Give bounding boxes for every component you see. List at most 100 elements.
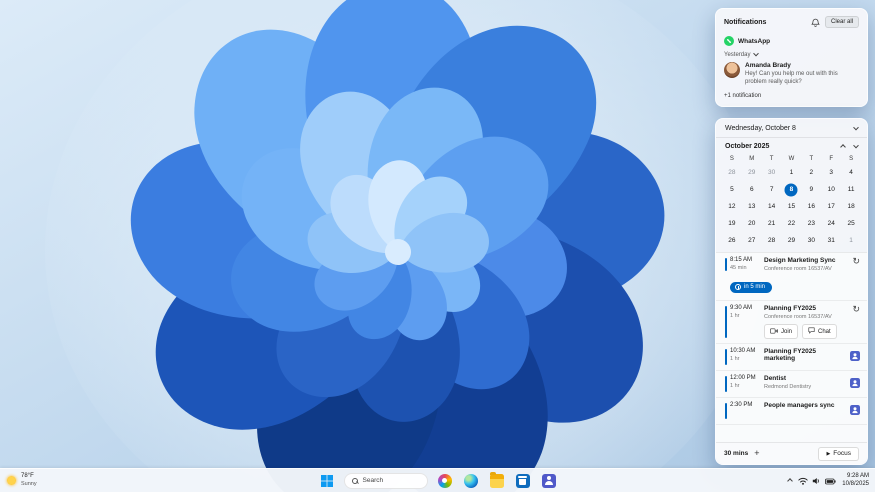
calendar-day[interactable]: 16 xyxy=(801,198,821,215)
day-of-week-label: T xyxy=(809,156,814,162)
calendar-day[interactable]: 10 xyxy=(821,181,841,198)
calendar-day[interactable]: 2 xyxy=(801,164,821,181)
agenda-event[interactable]: 9:30 AM 1 hr Planning FY2025 Conference … xyxy=(716,301,867,344)
calendar-day[interactable]: 29 xyxy=(742,164,762,181)
file-explorer-app-icon[interactable] xyxy=(488,472,506,490)
event-row: 10:30 AM 1 hr Planning FY2025 marketing xyxy=(725,348,860,366)
calendar-day[interactable]: 7 xyxy=(762,181,782,198)
focus-duration-label[interactable]: 30 mins xyxy=(724,450,748,457)
calendar-day[interactable]: 12 xyxy=(722,198,742,215)
store-app-icon[interactable] xyxy=(514,472,532,490)
next-month-button[interactable] xyxy=(853,142,859,149)
event-title: Planning FY2025 marketing xyxy=(764,348,817,362)
event-time-column: 8:15 AM 45 min xyxy=(730,257,759,271)
agenda-event[interactable]: 10:30 AM 1 hr Planning FY2025 marketing xyxy=(716,344,867,371)
event-title: Dentist xyxy=(764,375,787,382)
event-time: 12:00 PM xyxy=(730,375,756,381)
event-row: 8:15 AM 45 min Design Marketing Sync Con… xyxy=(725,257,860,272)
notification-item[interactable]: Amanda Brady Hey! Can you help me out wi… xyxy=(724,62,859,87)
system-tray: 9:28 AM 10/8/2025 xyxy=(787,473,869,489)
calendar-day[interactable]: 3 xyxy=(821,164,841,181)
join-button[interactable]: Join xyxy=(764,324,799,339)
calendar-day[interactable]: 26 xyxy=(722,232,742,249)
chat-button[interactable]: Chat xyxy=(802,324,837,339)
wifi-icon xyxy=(798,473,808,488)
event-duration: 1 hr xyxy=(730,356,740,362)
taskbar-center: Search xyxy=(318,472,558,490)
edge-app-icon[interactable] xyxy=(462,472,480,490)
calendar-day[interactable]: 11 xyxy=(841,181,861,198)
taskbar-clock[interactable]: 9:28 AM 10/8/2025 xyxy=(842,473,869,489)
windows-logo-icon xyxy=(320,474,333,487)
calendar-day[interactable]: 21 xyxy=(762,215,782,232)
day-of-week-label: F xyxy=(829,156,834,162)
clock-date: 10/8/2025 xyxy=(842,480,869,487)
quick-settings-button[interactable] xyxy=(798,473,836,488)
calendar-day[interactable]: 25 xyxy=(841,215,861,232)
desktop: Notifications Clear all WhatsApp Yesterd… xyxy=(0,0,875,492)
chevron-up-icon xyxy=(787,477,794,484)
taskbar: 78°F Sunny Search 9:28 AM 10/8/2025 xyxy=(0,468,875,492)
sync-icon[interactable]: ↻ xyxy=(852,305,860,314)
calendar-day[interactable]: 18 xyxy=(841,198,861,215)
calendar-day[interactable]: 15 xyxy=(782,198,802,215)
teams-icon[interactable] xyxy=(850,402,860,420)
prev-month-button[interactable] xyxy=(840,143,846,150)
calendar-grid: S M T W T F S 28 29 30 1 2 3 4 5 6 7 8 9… xyxy=(716,151,867,252)
calendar-day[interactable]: 1 xyxy=(841,232,861,249)
calendar-day[interactable]: 24 xyxy=(821,215,841,232)
calendar-day[interactable]: 30 xyxy=(801,232,821,249)
calendar-day[interactable]: 6 xyxy=(742,181,762,198)
calendar-day[interactable]: 17 xyxy=(821,198,841,215)
notification-group-label[interactable]: Yesterday xyxy=(724,50,859,58)
calendar-day[interactable]: 1 xyxy=(782,164,802,181)
photos-app-icon[interactable] xyxy=(436,472,454,490)
calendar-day[interactable]: 22 xyxy=(782,215,802,232)
do-not-disturb-bell-icon[interactable] xyxy=(811,18,820,27)
sync-icon[interactable]: ↻ xyxy=(852,257,860,266)
calendar-day[interactable]: 30 xyxy=(762,164,782,181)
agenda-event[interactable]: 8:15 AM 45 min Design Marketing Sync Con… xyxy=(716,253,867,301)
calendar-day[interactable]: 8 xyxy=(782,181,802,198)
more-notifications-link[interactable]: +1 notification xyxy=(724,93,859,99)
teams-app-icon[interactable] xyxy=(540,472,558,490)
event-info: Dentist Redmond Dentistry xyxy=(764,375,843,390)
badge-row: in 5 min xyxy=(730,277,860,295)
show-hidden-icons-button[interactable] xyxy=(787,477,794,484)
calendar-day[interactable]: 28 xyxy=(722,164,742,181)
event-time-column: 2:30 PM xyxy=(730,402,759,408)
clock-icon xyxy=(735,284,741,290)
calendar-day[interactable]: 5 xyxy=(722,181,742,198)
starts-in-badge[interactable]: in 5 min xyxy=(730,281,773,293)
focus-button[interactable]: ▶ Focus xyxy=(818,446,859,461)
event-row: 9:30 AM 1 hr Planning FY2025 Conference … xyxy=(725,305,860,339)
calendar-day[interactable]: 14 xyxy=(762,198,782,215)
weather-widget[interactable]: 78°F Sunny xyxy=(7,473,37,487)
teams-icon[interactable] xyxy=(850,375,860,393)
chat-icon xyxy=(808,327,815,336)
event-info: Planning FY2025 Conference room 16537/AV… xyxy=(764,305,845,339)
teams-icon[interactable] xyxy=(850,348,860,366)
clear-all-button[interactable]: Clear all xyxy=(824,16,859,28)
taskbar-search[interactable]: Search xyxy=(343,472,428,489)
calendar-day[interactable]: 20 xyxy=(742,215,762,232)
calendar-day[interactable]: 23 xyxy=(801,215,821,232)
calendar-day[interactable]: 13 xyxy=(742,198,762,215)
collapse-calendar-button[interactable] xyxy=(853,124,859,131)
calendar-day[interactable]: 29 xyxy=(782,232,802,249)
calendar-day[interactable]: 9 xyxy=(801,181,821,198)
calendar-day[interactable]: 28 xyxy=(762,232,782,249)
calendar-day[interactable]: 4 xyxy=(841,164,861,181)
camera-icon xyxy=(770,328,778,336)
calendar-day[interactable]: 27 xyxy=(742,232,762,249)
agenda-event[interactable]: 12:00 PM 1 hr Dentist Redmond Dentistry xyxy=(716,371,867,398)
agenda-event[interactable]: 2:30 PM People managers sync xyxy=(716,398,867,425)
calendar-day[interactable]: 19 xyxy=(722,215,742,232)
increase-duration-button[interactable]: + xyxy=(754,449,759,458)
calendar-date-header: Wednesday, October 8 xyxy=(716,119,867,138)
start-button[interactable] xyxy=(318,472,336,490)
calendar-day[interactable]: 31 xyxy=(821,232,841,249)
notification-app-group[interactable]: WhatsApp xyxy=(724,36,859,46)
chevron-down-icon xyxy=(853,124,859,130)
chevron-down-icon xyxy=(853,142,859,148)
